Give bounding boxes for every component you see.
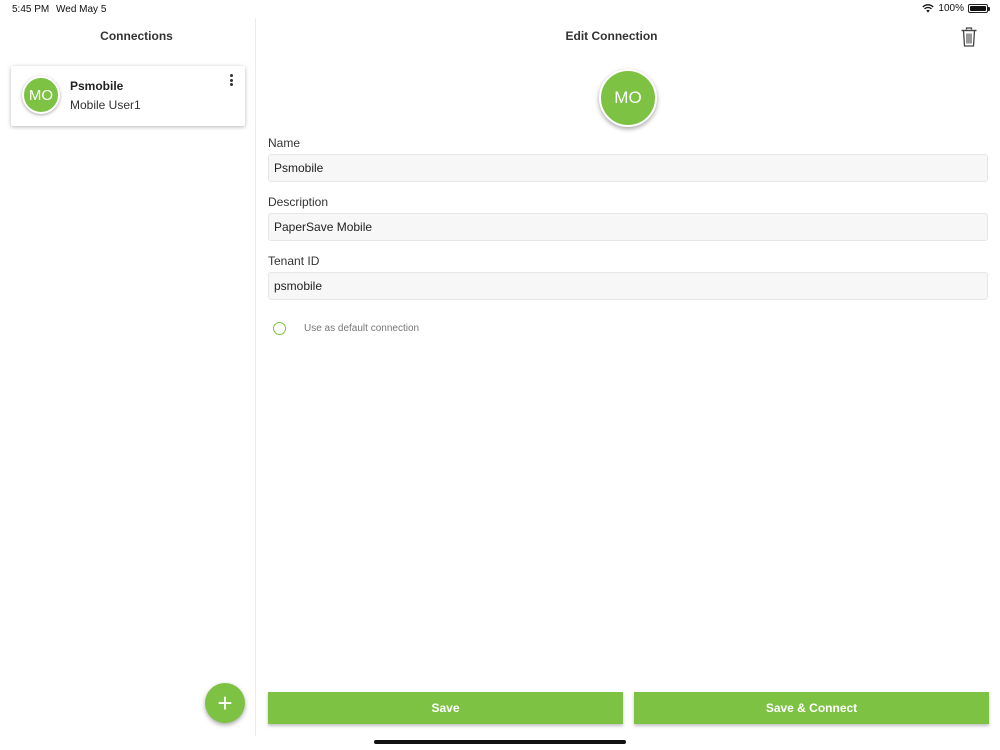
add-connection-button[interactable]: + <box>205 683 245 723</box>
description-label: Description <box>268 195 329 209</box>
status-bar: 5:45 PM Wed May 5 100% <box>0 0 1000 18</box>
status-date: Wed May 5 <box>56 4 107 15</box>
wifi-icon <box>922 4 935 13</box>
plus-icon: + <box>217 688 233 718</box>
tenant-id-label: Tenant ID <box>268 254 320 268</box>
name-label: Name <box>268 136 301 150</box>
connection-name: Psmobile <box>70 79 124 93</box>
more-vertical-icon[interactable] <box>227 74 235 86</box>
connection-card[interactable]: MO Psmobile Mobile User1 <box>11 66 245 126</box>
name-field[interactable] <box>268 154 988 182</box>
description-field[interactable] <box>268 213 988 241</box>
default-connection-label: Use as default connection <box>304 323 420 334</box>
save-connect-button[interactable]: Save & Connect <box>634 692 989 724</box>
connection-avatar: MO <box>599 69 657 127</box>
battery-icon <box>968 4 990 13</box>
save-button[interactable]: Save <box>268 692 623 724</box>
trash-icon[interactable] <box>960 27 978 47</box>
connections-title: Connections <box>100 29 173 43</box>
edit-connection-pane: Edit Connection MO Name Description Tena… <box>257 18 1000 736</box>
tenant-id-field[interactable] <box>268 272 988 300</box>
status-indicators: 100% <box>922 3 990 14</box>
battery-percent: 100% <box>938 3 964 14</box>
page-title: Edit Connection <box>565 29 658 43</box>
default-connection-radio[interactable] <box>273 322 286 335</box>
status-time: 5:45 PM <box>12 4 50 15</box>
avatar: MO <box>22 76 60 114</box>
home-indicator <box>374 740 626 744</box>
connection-user: Mobile User1 <box>70 98 141 112</box>
connections-pane: Connections MO Psmobile Mobile User1 + <box>0 18 256 736</box>
